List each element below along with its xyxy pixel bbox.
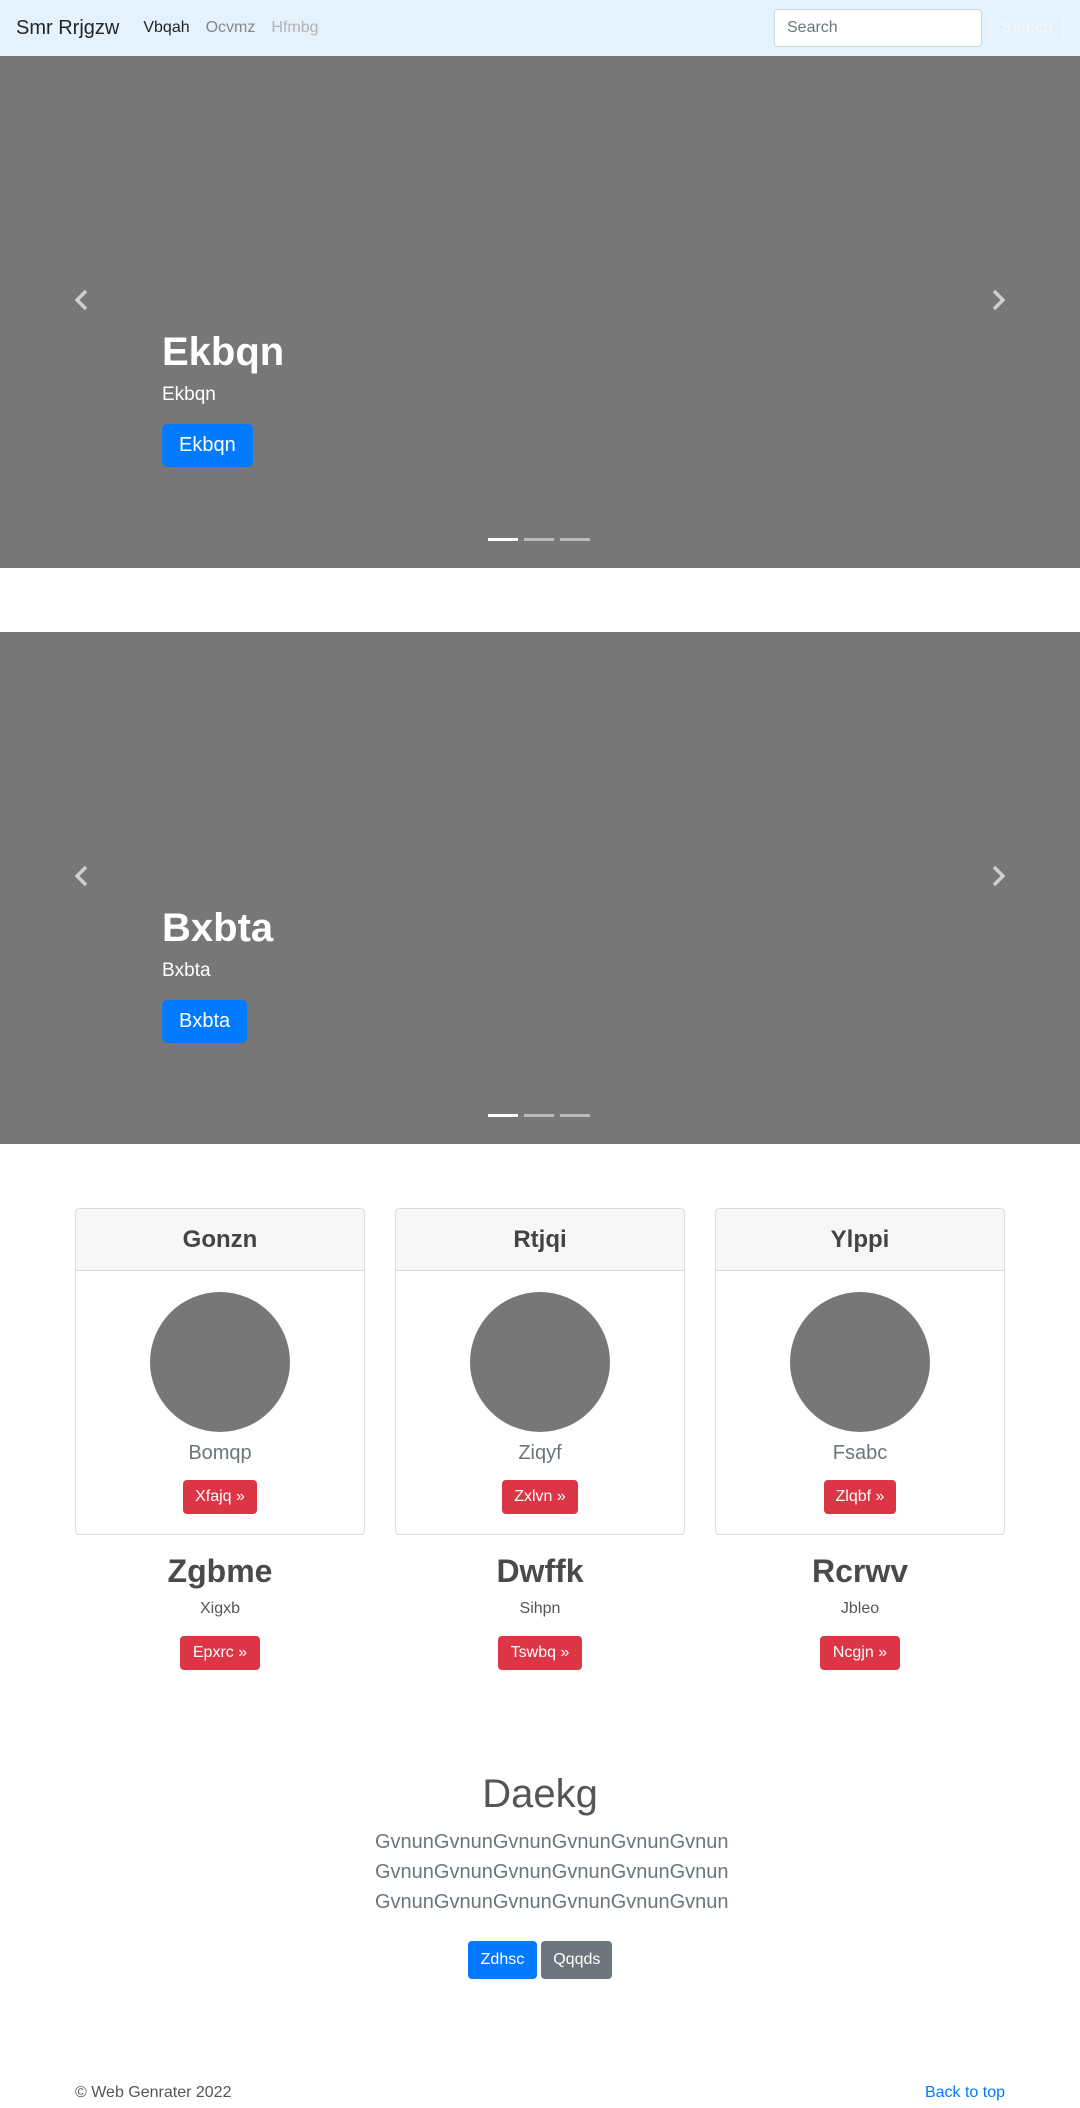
- nav-link-ocvmz[interactable]: Ocvmz: [206, 19, 256, 37]
- carousel-caption: Ekbqn Ekbqn Ekbqn: [162, 328, 284, 467]
- feature-button[interactable]: Ncgjn »: [819, 1636, 901, 1671]
- avatar: [150, 1292, 290, 1432]
- feature-column: Rcrwv Jbleo Ncgjn »: [715, 1552, 1005, 1671]
- feature-row: Zgbme Xigxb Epxrc » Dwffk Sihpn Tswbq » …: [75, 1552, 1005, 1671]
- back-to-top-link[interactable]: Back to top: [925, 2084, 1005, 2102]
- card-row: Gonzn Bomqp Xfajq » Rtjqi Ziqyf Zxlvn » …: [75, 1208, 1005, 1535]
- carousel-cta-button[interactable]: Bxbta: [162, 1000, 248, 1043]
- jumbotron-title: Daekg: [482, 1772, 598, 1816]
- carousel-indicator[interactable]: [524, 538, 554, 541]
- carousel-indicator[interactable]: [488, 538, 518, 541]
- carousel-indicator[interactable]: [560, 538, 590, 541]
- navbar: Smr Rrjgzw Vbqah Ocvmz Hfmbg Search: [0, 0, 1080, 56]
- avatar: [470, 1292, 610, 1432]
- card: Gonzn Bomqp Xfajq »: [75, 1208, 365, 1535]
- nav-link-vbqah[interactable]: Vbqah: [143, 19, 189, 37]
- hero-carousel-1: Ekbqn Ekbqn Ekbqn: [0, 56, 1080, 568]
- card: Ylppi Fsabc Zlqbf »: [715, 1208, 1005, 1535]
- carousel-subtitle: Ekbqn: [162, 384, 216, 405]
- card-text: Bomqp: [188, 1442, 252, 1464]
- feature-column: Zgbme Xigxb Epxrc »: [75, 1552, 365, 1671]
- feature-text: Xigxb: [199, 1600, 241, 1618]
- feature-title: Dwffk: [496, 1553, 584, 1589]
- card-button[interactable]: Zlqbf »: [823, 1480, 897, 1514]
- carousel-indicator[interactable]: [560, 1114, 590, 1117]
- carousel-title: Bxbta: [162, 906, 274, 950]
- search-input[interactable]: [774, 9, 982, 47]
- feature-button[interactable]: Epxrc »: [179, 1636, 261, 1671]
- search-button[interactable]: Search: [990, 9, 1064, 47]
- footer: © Web Genrater 2022 Back to top: [75, 2084, 1005, 2102]
- chevron-left-icon[interactable]: [69, 864, 93, 888]
- carousel-subtitle: Bxbta: [162, 960, 211, 981]
- card-header: Ylppi: [716, 1209, 1004, 1271]
- carousel-indicator[interactable]: [524, 1114, 554, 1117]
- carousel-indicators: [488, 538, 590, 541]
- feature-title: Rcrwv: [811, 1553, 909, 1589]
- copyright-text: © Web Genrater 2022: [75, 2084, 232, 2101]
- chevron-left-icon[interactable]: [69, 288, 93, 312]
- jumbotron-line: GvnunGvnunGvnunGvnunGvnunGvnun: [375, 1831, 729, 1853]
- primary-button[interactable]: Zdhsc: [467, 1941, 538, 1979]
- card-body: Fsabc Zlqbf »: [716, 1271, 1004, 1514]
- jumbotron-text: GvnunGvnunGvnunGvnunGvnunGvnun GvnunGvnu…: [375, 1827, 729, 1917]
- secondary-button[interactable]: Qqqds: [541, 1941, 613, 1979]
- card-body: Bomqp Xfajq »: [76, 1271, 364, 1514]
- carousel-title: Ekbqn: [162, 330, 285, 374]
- card-button[interactable]: Zxlvn »: [502, 1480, 578, 1514]
- card-header: Gonzn: [76, 1209, 364, 1271]
- nav-link-hfmbg: Hfmbg: [271, 19, 319, 36]
- card-body: Ziqyf Zxlvn »: [396, 1271, 684, 1514]
- card-button[interactable]: Xfajq »: [183, 1480, 257, 1514]
- feature-text: Sihpn: [519, 1600, 561, 1618]
- carousel-indicator[interactable]: [488, 1114, 518, 1117]
- jumbotron-line: GvnunGvnunGvnunGvnunGvnunGvnun: [375, 1861, 729, 1883]
- carousel-indicators: [488, 1114, 590, 1117]
- carousel-caption: Bxbta Bxbta Bxbta: [162, 904, 273, 1043]
- carousel-cta-button[interactable]: Ekbqn: [162, 424, 253, 467]
- search-form: Search: [774, 9, 1064, 47]
- card: Rtjqi Ziqyf Zxlvn »: [395, 1208, 685, 1535]
- chevron-right-icon[interactable]: [987, 288, 1011, 312]
- hero-carousel-2: Bxbta Bxbta Bxbta: [0, 632, 1080, 1144]
- card-header: Rtjqi: [396, 1209, 684, 1271]
- feature-button[interactable]: Tswbq »: [497, 1636, 583, 1671]
- navbar-brand[interactable]: Smr Rrjgzw: [16, 17, 119, 40]
- jumbotron: Daekg GvnunGvnunGvnunGvnunGvnunGvnun Gvn…: [0, 1772, 1080, 1979]
- chevron-right-icon[interactable]: [987, 864, 1011, 888]
- card-text: Fsabc: [832, 1442, 888, 1464]
- feature-title: Zgbme: [167, 1553, 273, 1589]
- jumbotron-buttons: Zdhsc Qqqds: [467, 1941, 613, 1979]
- avatar: [790, 1292, 930, 1432]
- feature-column: Dwffk Sihpn Tswbq »: [395, 1552, 685, 1671]
- jumbotron-line: GvnunGvnunGvnunGvnunGvnunGvnun: [375, 1891, 729, 1913]
- card-text: Ziqyf: [518, 1442, 562, 1464]
- feature-text: Jbleo: [840, 1600, 880, 1618]
